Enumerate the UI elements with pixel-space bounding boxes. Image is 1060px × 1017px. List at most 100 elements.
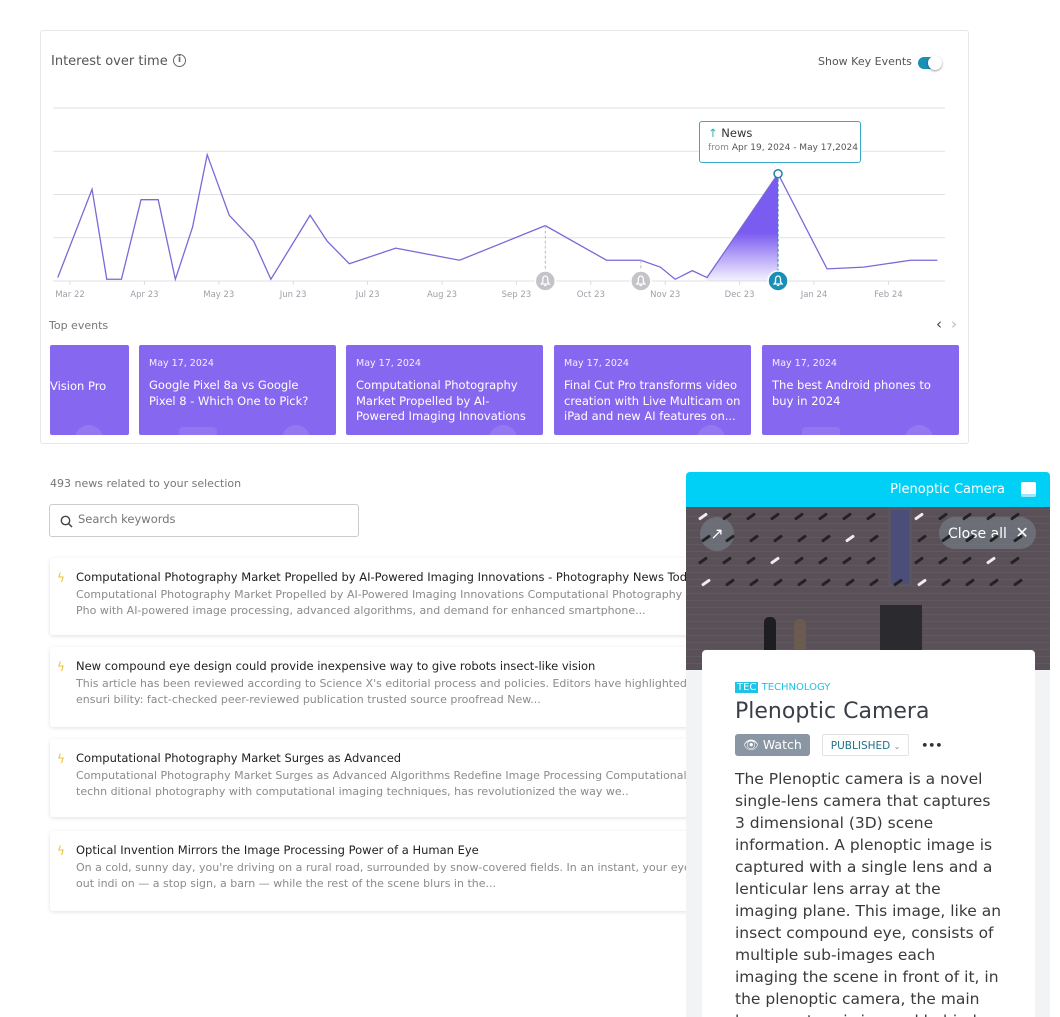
camera (1010, 556, 1020, 565)
tooltip-label: News (721, 126, 753, 140)
camera (794, 512, 804, 521)
topic-description: The Plenoptic camera is a novel single-l… (735, 770, 1002, 1017)
status-dropdown[interactable]: PUBLISHED ⌄ (821, 734, 910, 756)
tooltip-range: Apr 19, 2024 - May 17,2024 (731, 143, 858, 153)
x-tick-label: Jan 24 (800, 290, 828, 300)
lightning-icon: ϟ (57, 752, 65, 766)
camera (701, 578, 711, 587)
camera (725, 578, 735, 587)
news-title[interactable]: Computational Photography Market Surges … (76, 751, 690, 765)
news-item[interactable]: ϟ New compound eye design could provide i… (50, 647, 690, 727)
series-line (57, 152, 938, 282)
search-box[interactable] (49, 504, 359, 537)
camera (842, 556, 852, 565)
camera (842, 512, 852, 521)
camera (986, 556, 996, 565)
camera (962, 556, 972, 565)
camera (845, 534, 855, 543)
news-item[interactable]: ϟ Computational Photography Market Surges… (50, 739, 690, 817)
news-snippet: On a cold, sunny day, you're driving on … (76, 861, 690, 874)
news-snippet: Computational Photography Market Surges … (76, 769, 690, 782)
event-date: May 17, 2024 (772, 358, 837, 369)
x-tick-label: May 23 (203, 290, 234, 300)
news-snippet: Pho with AI-powered image processing, ad… (76, 604, 646, 617)
news-count: 493 news related to your selection (50, 477, 242, 490)
topic-title: Plenoptic Camera (735, 699, 930, 724)
open-external-icon[interactable]: ↗ (700, 517, 734, 551)
eye-icon: 👁 (743, 737, 759, 752)
camera (869, 534, 879, 543)
camera (770, 512, 780, 521)
camera (938, 556, 948, 565)
event-date: May 17, 2024 (564, 358, 629, 369)
more-options-icon[interactable]: ••• (921, 739, 942, 752)
camera (797, 534, 807, 543)
event-title: The best Android phones to buy in 2024 (772, 378, 931, 408)
top-event-card[interactable]: May 17, 2024 Computational Photography Ma… (346, 345, 543, 435)
top-event-card[interactable]: May 17, 2024 The best Android phones to b… (762, 345, 959, 435)
event-date: May 17, 2024 (356, 358, 421, 369)
topic-image: ↗ Close all ✕ (686, 507, 1050, 675)
news-item[interactable]: ϟ Optical Invention Mirrors the Image Pro… (50, 831, 690, 911)
minimize-panel-icon[interactable] (1021, 482, 1036, 497)
bell-icon (534, 270, 557, 292)
active-point (773, 168, 783, 179)
x-tick-label: Feb 24 (874, 290, 903, 300)
event-title: Final Cut Pro transforms video creation … (564, 378, 741, 423)
news-title[interactable]: Computational Photography Market Propell… (76, 570, 690, 584)
camera (773, 578, 783, 587)
chevron-left-icon[interactable]: ‹ (936, 315, 942, 333)
camera (746, 512, 756, 521)
close-all-button[interactable]: Close all ✕ (939, 517, 1036, 549)
camera (818, 512, 828, 521)
topic-detail-card: TEC TECHNOLOGY Plenoptic Camera 👁 Watch … (702, 650, 1035, 1017)
status-label: PUBLISHED (830, 740, 891, 752)
camera (794, 556, 804, 565)
camera (866, 556, 876, 565)
x-tick-label: Jul 23 (355, 290, 380, 300)
window (888, 507, 912, 587)
camera (914, 512, 924, 521)
camera (818, 556, 828, 565)
side-panel-header: Plenoptic Camera (686, 472, 1050, 507)
event-title: Vision Pro (50, 379, 107, 393)
news-snippet: techn ditional photography with computat… (76, 785, 629, 798)
camera (821, 578, 831, 587)
news-snippet: Computational Photography Market Propell… (76, 588, 690, 601)
x-tick-label: Dec 23 (725, 290, 755, 300)
x-tick-label: Oct 23 (577, 290, 605, 300)
top-event-card[interactable]: May 17, 2024 Google Pixel 8a vs Google Pi… (139, 345, 336, 435)
lightning-icon: ϟ (57, 571, 65, 585)
x-tick-label: Mar 22 (55, 290, 85, 300)
camera (746, 556, 756, 565)
lightning-icon: ϟ (57, 660, 65, 674)
top-event-card[interactable]: Vision Pro (50, 345, 129, 435)
camera (845, 578, 855, 587)
watch-button[interactable]: 👁 Watch (735, 734, 810, 756)
event-title: Google Pixel 8a vs Google Pixel 8 - Whic… (149, 378, 309, 408)
x-tick-label: Jun 23 (279, 290, 307, 300)
topic-side-panel: Plenoptic Camera ↗ Close all ✕ TEC TECHN… (686, 472, 1050, 1017)
camera (914, 556, 924, 565)
camera (770, 556, 780, 565)
news-title[interactable]: Optical Invention Mirrors the Image Proc… (76, 843, 690, 857)
search-input[interactable] (78, 512, 348, 526)
camera (773, 534, 783, 543)
news-item[interactable]: ϟ Computational Photography Market Propel… (50, 558, 690, 635)
watch-label: Watch (762, 737, 802, 752)
lightning-icon: ϟ (57, 844, 65, 858)
camera (821, 534, 831, 543)
top-event-card[interactable]: May 17, 2024 Final Cut Pro transforms vid… (554, 345, 751, 435)
interest-chart: Mar 22 Apr 23 May 23 Jun 23 Jul 23 Aug 23 Sep … (53, 107, 945, 300)
x-tick-label: Nov 23 (650, 290, 680, 300)
news-snippet: ensuri bility: fact-checked peer-reviewe… (76, 693, 541, 706)
x-tick-label: Sep 23 (502, 290, 532, 300)
camera (965, 578, 975, 587)
camera (869, 578, 879, 587)
category-code: TEC (735, 682, 759, 693)
camera (917, 578, 927, 587)
chevron-right-icon[interactable]: › (951, 315, 957, 333)
news-title[interactable]: New compound eye design could provide in… (76, 659, 690, 673)
event-title: Computational Photography Market Propell… (356, 378, 526, 423)
event-date: May 17, 2024 (149, 358, 214, 369)
